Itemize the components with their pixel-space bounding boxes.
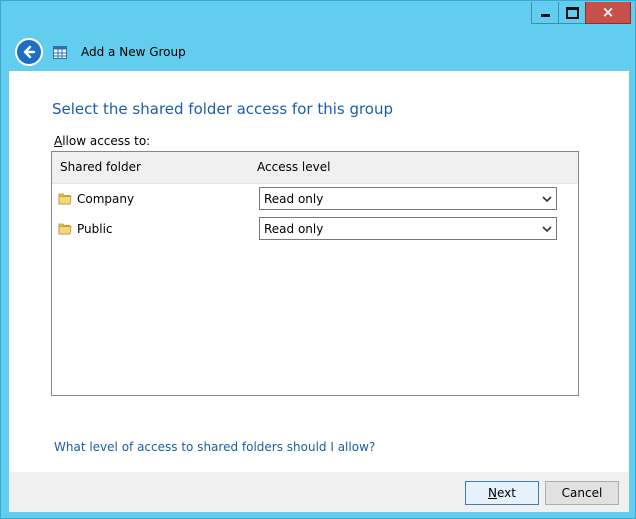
access-level-value: Read only <box>264 192 324 206</box>
allow-access-label-text: llow access to: <box>62 134 151 148</box>
chevron-down-icon <box>542 196 552 203</box>
minimize-button[interactable] <box>531 2 559 24</box>
access-level-select-public[interactable]: Read only <box>259 217 557 240</box>
allow-access-accelerator: A <box>54 134 63 148</box>
cancel-button[interactable]: Cancel <box>545 481 619 505</box>
arrow-left-icon <box>23 45 36 59</box>
next-button[interactable]: Next <box>465 481 539 505</box>
close-icon: × <box>601 3 615 21</box>
column-header-shared-folder[interactable]: Shared folder <box>60 160 141 174</box>
column-header-access-level[interactable]: Access level <box>257 160 330 174</box>
maximize-button[interactable] <box>558 2 586 24</box>
folder-name: Public <box>77 222 113 236</box>
app-window: × Add a New Group Select the shared fold… <box>0 0 636 519</box>
list-header: Shared folder Access level <box>52 152 578 184</box>
back-button[interactable] <box>15 38 43 66</box>
allow-access-label: Allow access to: <box>54 134 150 148</box>
shared-folder-list[interactable]: Shared folder Access level Company Read … <box>51 151 579 396</box>
group-grid-icon <box>53 46 67 59</box>
close-button[interactable]: × <box>585 2 631 24</box>
chevron-down-icon <box>542 226 552 233</box>
access-level-value: Read only <box>264 222 324 236</box>
folder-name: Company <box>77 192 135 206</box>
list-row-public[interactable]: Public Read only <box>52 216 578 246</box>
folder-icon <box>58 223 72 235</box>
list-row-company[interactable]: Company Read only <box>52 186 578 216</box>
access-level-select-company[interactable]: Read only <box>259 187 557 210</box>
footer-bar: Next Cancel <box>9 472 629 512</box>
content-panel: Select the shared folder access for this… <box>9 71 629 472</box>
help-link[interactable]: What level of access to shared folders s… <box>54 440 375 454</box>
window-title: Add a New Group <box>81 45 186 59</box>
maximize-icon <box>565 6 579 19</box>
next-label: ext <box>497 486 516 500</box>
next-accelerator: N <box>488 486 497 500</box>
page-heading: Select the shared folder access for this… <box>52 100 394 118</box>
folder-icon <box>58 193 72 205</box>
minimize-icon <box>540 14 550 17</box>
